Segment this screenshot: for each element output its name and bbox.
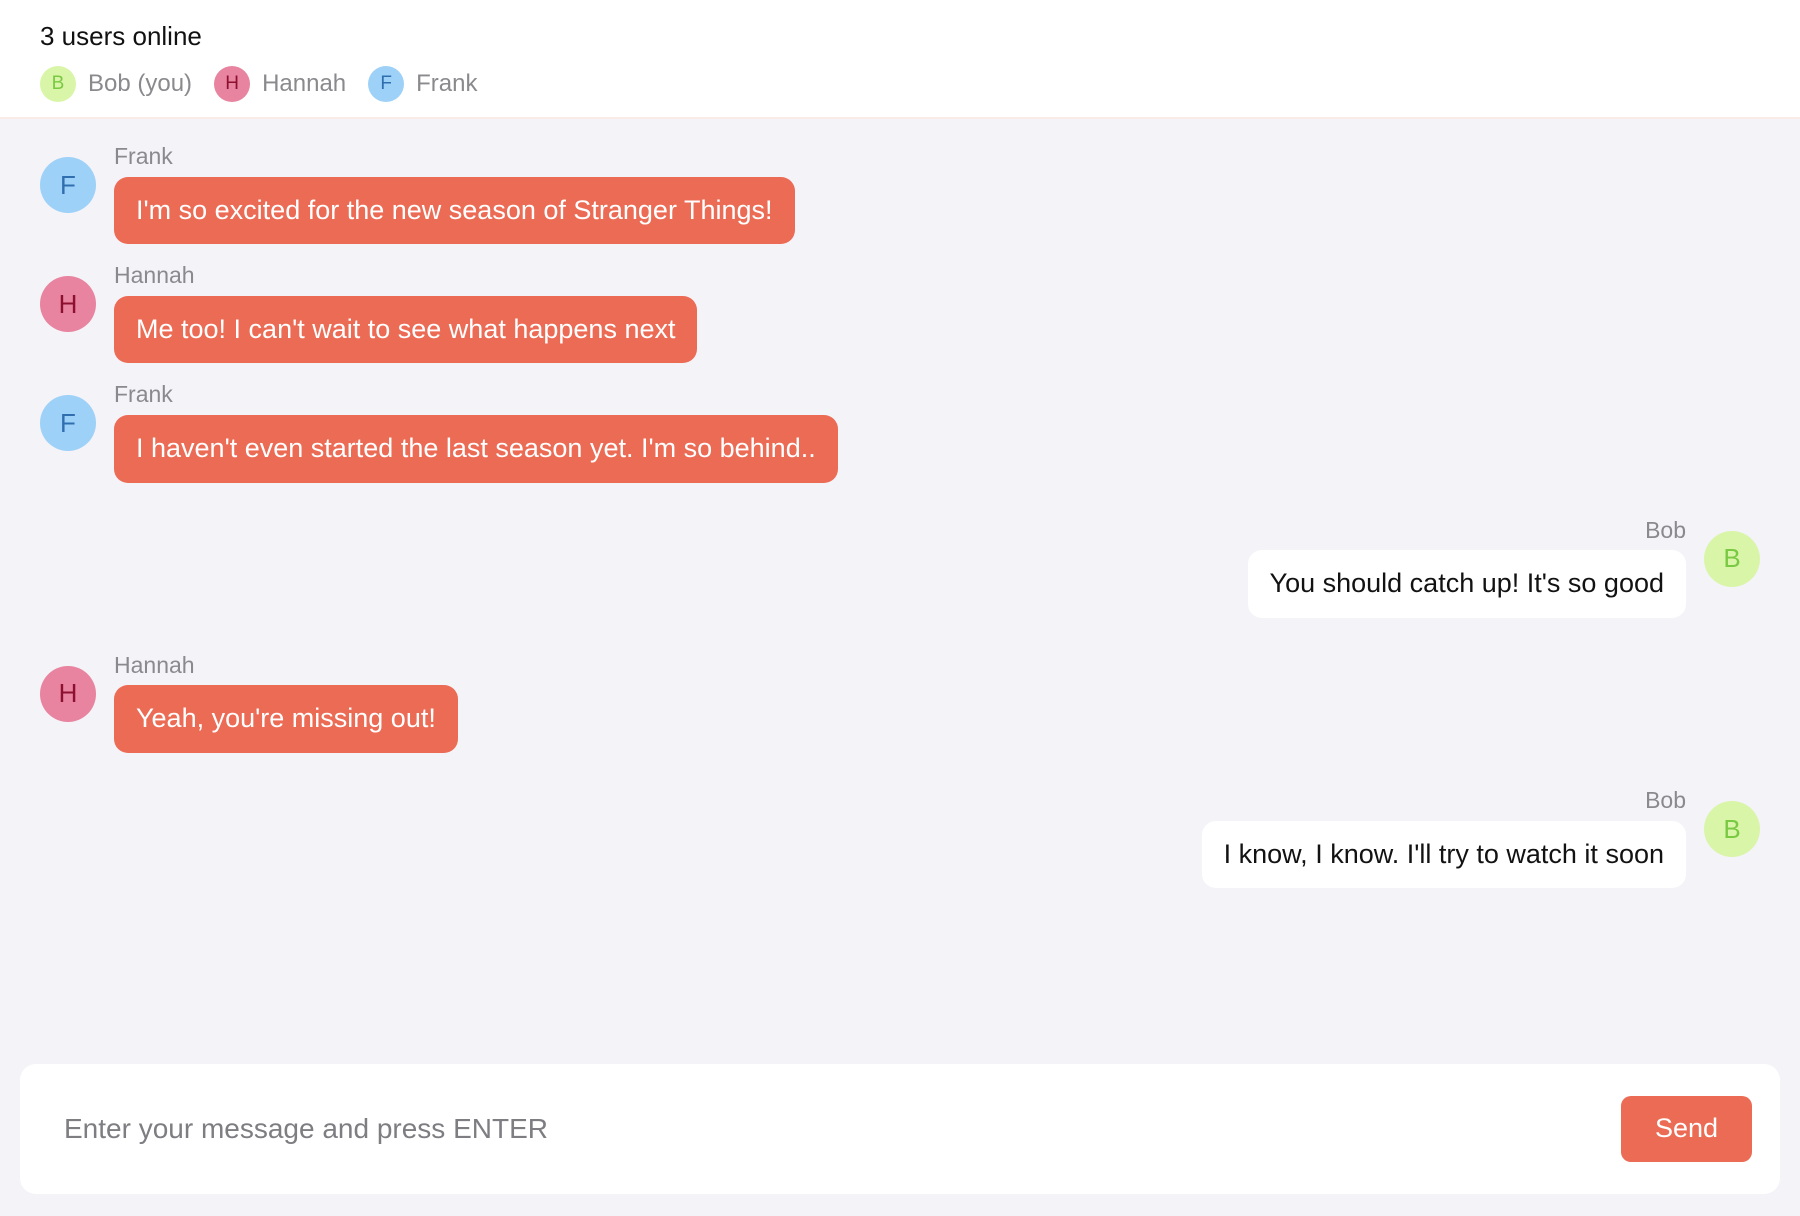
- message-bubble: I know, I know. I'll try to watch it soo…: [1201, 820, 1686, 889]
- message-row: Bob You should catch up! It's so good B: [40, 517, 1760, 618]
- send-button[interactable]: Send: [1620, 1096, 1752, 1162]
- message-body: Bob I know, I know. I'll try to watch it …: [1201, 787, 1686, 889]
- message-author: Bob: [1645, 787, 1686, 814]
- message-author: Frank: [114, 143, 173, 169]
- chat-header: 3 users online B Bob (you) H Hannah F Frank: [0, 0, 1800, 119]
- message-bubble: I'm so excited for the new season of Str…: [114, 176, 795, 245]
- avatar: B: [1704, 801, 1760, 858]
- message-row: F Frank I'm so excited for the new season …: [40, 143, 1760, 245]
- avatar: F: [368, 65, 405, 102]
- message-bubble: You should catch up! It's so good: [1247, 550, 1686, 618]
- message-bubble: Yeah, you're missing out!: [114, 685, 458, 754]
- message-row: H Hannah Me too! I can't wait to see what …: [40, 262, 1760, 364]
- composer: Send: [20, 1064, 1780, 1194]
- message-body: Frank I'm so excited for the new season o…: [114, 143, 795, 245]
- online-user-chip: F Frank: [368, 65, 478, 102]
- message-row: F Frank I haven't even started the last se…: [40, 381, 1760, 483]
- message-body: Hannah Me too! I can't wait to see what h…: [114, 262, 698, 364]
- message-body: Hannah Yeah, you're missing out!: [114, 651, 458, 754]
- message-bubble: Me too! I can't wait to see what happens…: [114, 295, 698, 364]
- avatar: B: [1704, 530, 1760, 587]
- message-body: Frank I haven't even started the last sea…: [114, 381, 838, 483]
- avatar: H: [40, 276, 96, 333]
- avatar: B: [40, 65, 76, 102]
- message-input[interactable]: [64, 1113, 1621, 1145]
- chat-app: 3 users online B Bob (you) H Hannah F Frank F…: [0, 0, 1800, 1216]
- message-author: Bob: [1645, 516, 1686, 543]
- avatar: H: [214, 65, 251, 102]
- online-user-name: Bob (you): [88, 69, 193, 97]
- avatar: F: [40, 157, 96, 213]
- online-user-name: Hannah: [262, 69, 347, 97]
- message-list[interactable]: F Frank I'm so excited for the new season …: [0, 119, 1800, 1064]
- message-body: Bob You should catch up! It's so good: [1247, 516, 1686, 618]
- message-author: Frank: [114, 381, 173, 408]
- message-author: Hannah: [114, 651, 195, 678]
- message-row: Bob I know, I know. I'll try to watch it …: [40, 787, 1760, 889]
- online-user-chip: B Bob (you): [40, 65, 193, 102]
- message-bubble: I haven't even started the last season y…: [114, 415, 838, 483]
- composer-area: Send: [0, 1064, 1800, 1216]
- avatar: H: [40, 665, 96, 722]
- message-author: Hannah: [114, 262, 195, 289]
- message-row: H Hannah Yeah, you're missing out!: [40, 651, 1760, 754]
- online-user-chip: H Hannah: [214, 65, 347, 102]
- online-status-title: 3 users online: [40, 21, 202, 51]
- online-users-list: B Bob (you) H Hannah F Frank: [40, 65, 1800, 102]
- avatar: F: [40, 395, 96, 452]
- online-user-name: Frank: [416, 69, 478, 97]
